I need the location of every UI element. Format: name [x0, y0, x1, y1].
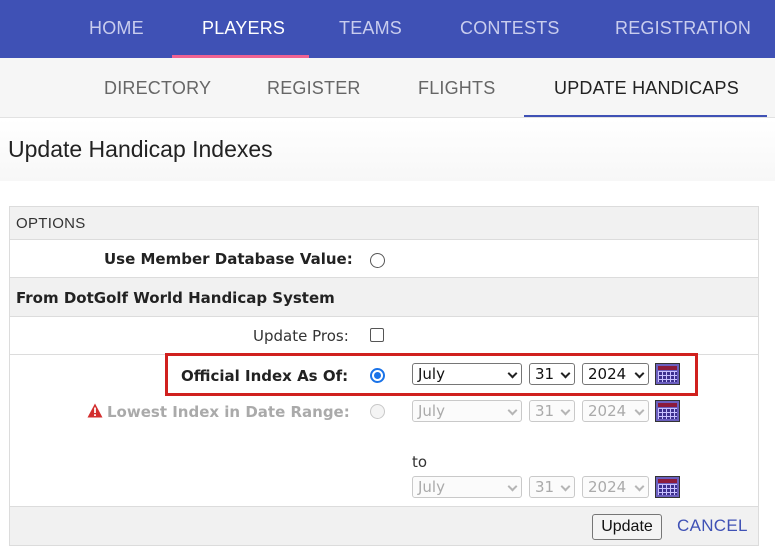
tab-active-indicator — [524, 115, 767, 117]
to-label: to — [412, 453, 428, 471]
options-header: OPTIONS — [10, 207, 758, 240]
lowest-to-year-select: 2024 — [582, 476, 649, 498]
nav-contests[interactable]: CONTESTS — [460, 0, 560, 58]
tab-register[interactable]: REGISTER — [267, 58, 361, 118]
official-index-radio[interactable] — [370, 368, 385, 383]
page-title: Update Handicap Indexes — [8, 136, 273, 162]
official-day-value: 31 — [535, 365, 555, 383]
update-pros-checkbox[interactable] — [370, 328, 384, 342]
warning-triangle-icon — [87, 403, 103, 418]
chevron-down-icon — [507, 368, 518, 379]
calendar-icon[interactable] — [655, 476, 680, 498]
update-pros-label: Update Pros: — [253, 327, 349, 345]
chevron-down-icon — [507, 405, 518, 416]
tab-update-handicaps[interactable]: UPDATE HANDICAPS — [554, 58, 739, 118]
lowest-from-month-value: July — [418, 402, 445, 420]
lowest-from-day-value: 31 — [535, 402, 555, 420]
nav-registration[interactable]: REGISTRATION — [615, 0, 751, 58]
lowest-to-day-value: 31 — [535, 478, 555, 496]
official-month-value: July — [418, 365, 445, 383]
lowest-to-month-select: July — [412, 476, 522, 498]
lowest-from-year-select: 2024 — [582, 400, 649, 422]
section-label: From DotGolf World Handicap System — [16, 289, 335, 307]
member-db-radio[interactable] — [370, 253, 385, 268]
official-index-label: Official Index As Of: — [181, 367, 349, 385]
official-year-select[interactable]: 2024 — [582, 363, 649, 385]
lowest-to-day-select: 31 — [529, 476, 575, 498]
official-month-select[interactable]: July — [412, 363, 522, 385]
lowest-from-year-value: 2024 — [588, 402, 627, 420]
lowest-index-label: Lowest Index in Date Range: — [107, 403, 350, 421]
official-year-value: 2024 — [588, 365, 627, 383]
calendar-icon[interactable] — [655, 400, 680, 422]
chevron-down-icon — [560, 368, 571, 379]
top-nav: HOME PLAYERS TEAMS CONTESTS REGISTRATION — [0, 0, 775, 58]
lowest-from-day-select: 31 — [529, 400, 575, 422]
chevron-down-icon — [560, 405, 571, 416]
lowest-to-month-value: July — [418, 478, 445, 496]
lowest-to-year-value: 2024 — [588, 478, 627, 496]
lowest-index-radio — [370, 404, 385, 419]
chevron-down-icon — [634, 368, 645, 379]
nav-teams[interactable]: TEAMS — [339, 0, 402, 58]
member-db-label: Use Member Database Value: — [104, 250, 353, 268]
lowest-from-month-select: July — [412, 400, 522, 422]
options-header-label: OPTIONS — [16, 215, 86, 232]
official-day-select[interactable]: 31 — [529, 363, 575, 385]
chevron-down-icon — [634, 481, 645, 492]
tab-flights[interactable]: FLIGHTS — [418, 58, 495, 118]
update-button[interactable]: Update — [592, 514, 662, 540]
calendar-icon[interactable] — [655, 363, 680, 385]
chevron-down-icon — [560, 481, 571, 492]
cancel-link[interactable]: CANCEL — [677, 516, 748, 536]
update-pros-row — [10, 317, 758, 355]
tab-directory[interactable]: DIRECTORY — [104, 58, 211, 118]
nav-players[interactable]: PLAYERS — [202, 0, 285, 58]
nav-home[interactable]: HOME — [89, 0, 144, 58]
chevron-down-icon — [634, 405, 645, 416]
chevron-down-icon — [507, 481, 518, 492]
sub-nav: DIRECTORY REGISTER FLIGHTS UPDATE HANDIC… — [0, 58, 775, 118]
